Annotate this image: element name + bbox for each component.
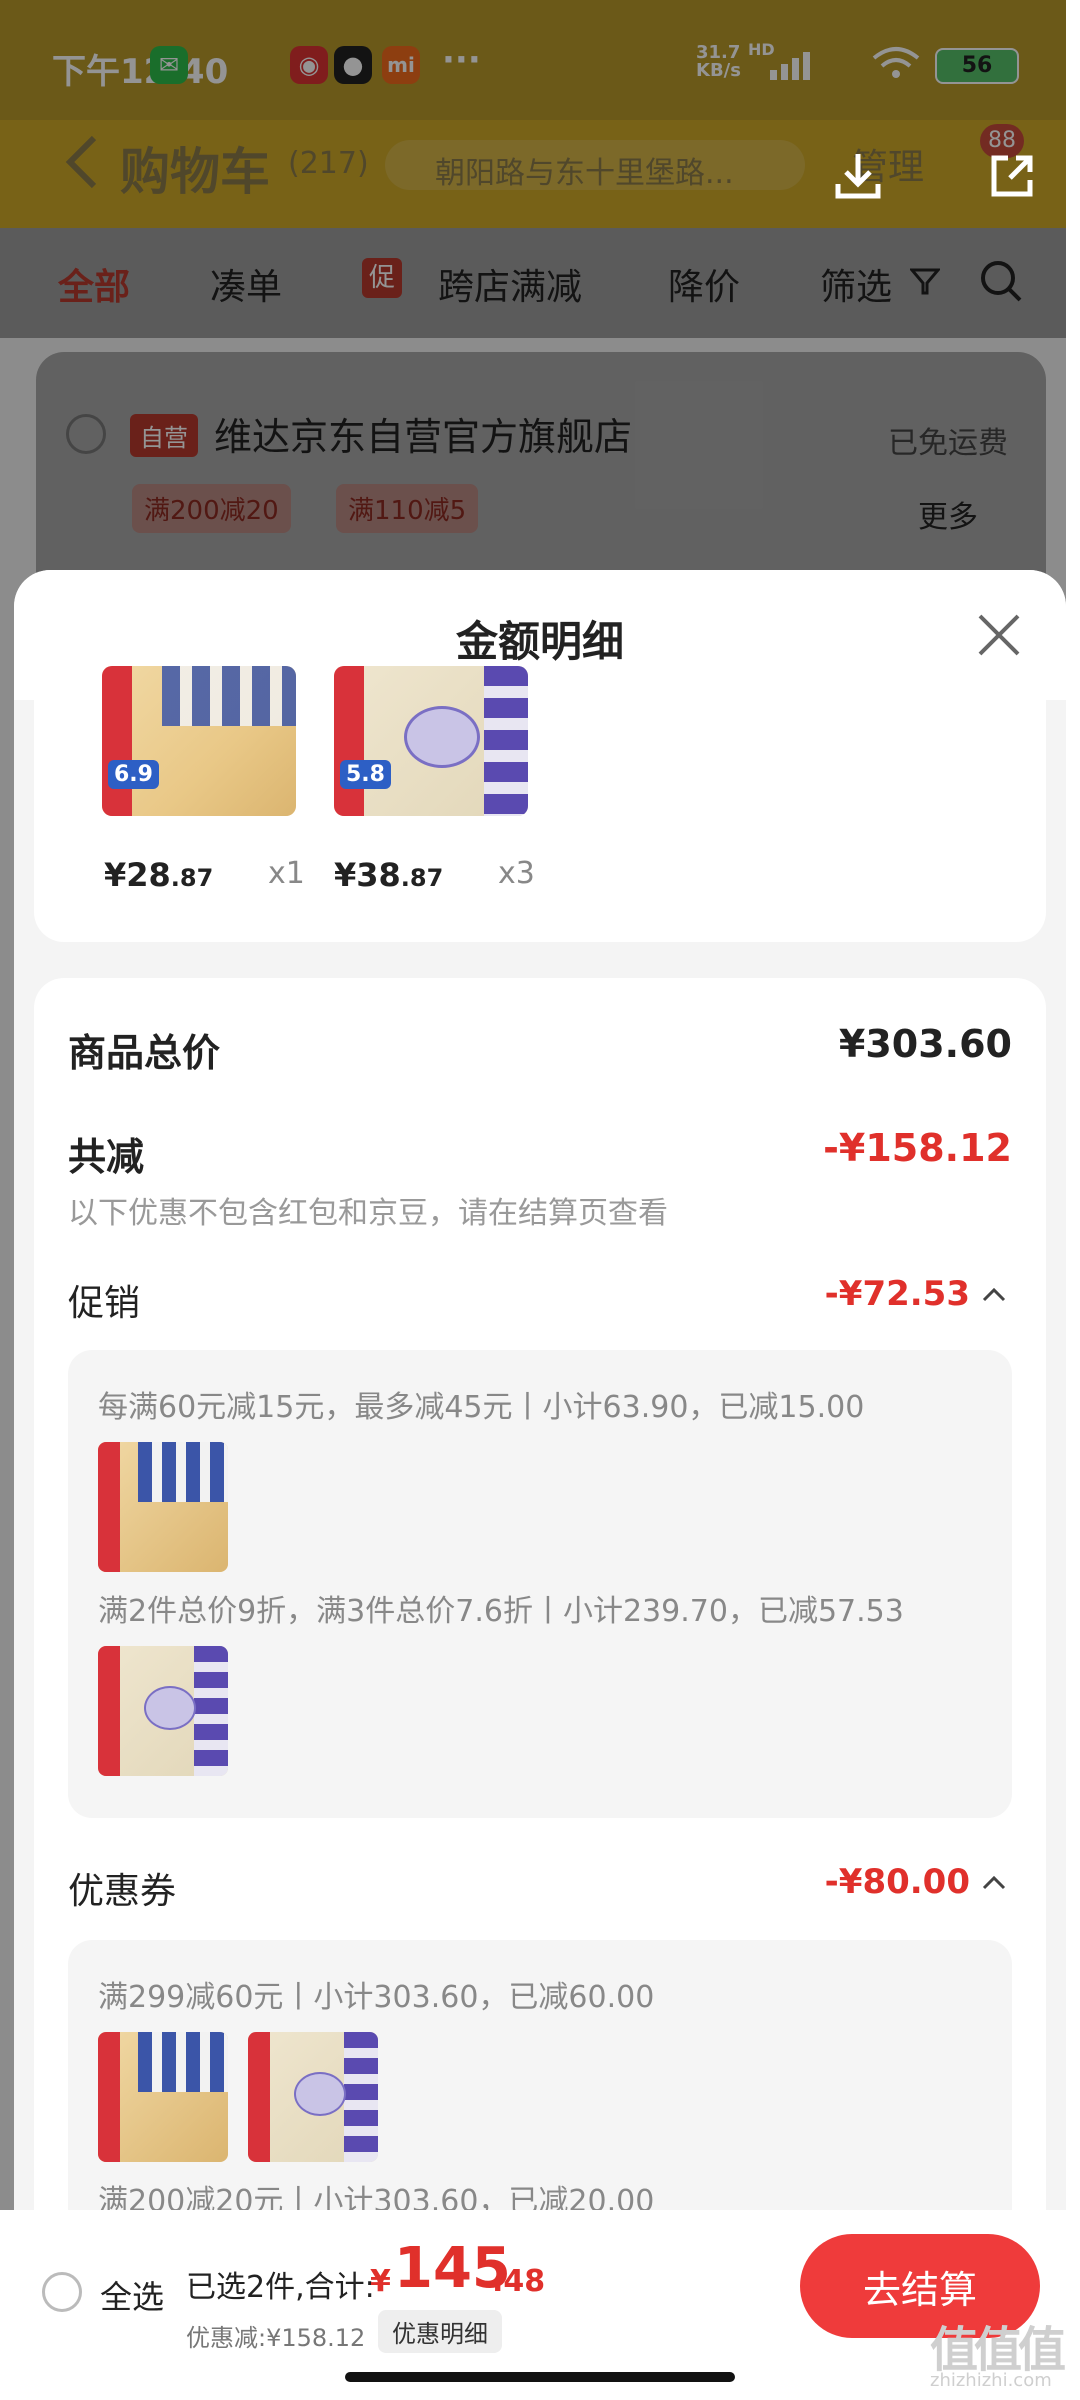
home-indicator[interactable] bbox=[345, 2372, 735, 2382]
promo-rule-1: 每满60元减15元，最多减45元丨小计63.90，已减15.00 bbox=[98, 1390, 865, 1425]
price-breakdown-card: 商品总价 ¥303.60 共减 -¥158.12 以下优惠不包含红包和京豆，请在… bbox=[34, 978, 1046, 2400]
promo-value[interactable]: -¥72.53 bbox=[825, 1274, 970, 1314]
total-label: 商品总价 bbox=[68, 1031, 221, 1075]
chevron-up-icon[interactable] bbox=[980, 1282, 1008, 1306]
product-price-1: ¥28.87 bbox=[104, 856, 214, 894]
select-all-checkbox[interactable] bbox=[42, 2272, 82, 2312]
product-qty-2: x3 bbox=[498, 856, 535, 891]
select-all-label[interactable]: 全选 bbox=[100, 2272, 164, 2318]
discount-detail-button[interactable]: 优惠明细 bbox=[378, 2310, 502, 2353]
product-list-card: 6.9 5.8 ¥28.87 x1 ¥38.87 x3 bbox=[34, 666, 1046, 942]
promo-label: 促销 bbox=[68, 1283, 141, 1324]
discount-note: 以下优惠不包含红包和京豆，请在结算页查看 bbox=[68, 1196, 668, 1231]
product-badge-1: 6.9 bbox=[108, 760, 159, 789]
coupon-value[interactable]: -¥80.00 bbox=[825, 1862, 970, 1902]
coupon-product-image-2 bbox=[248, 2032, 378, 2162]
promo-product-image-1 bbox=[98, 1442, 228, 1572]
total-value: ¥303.60 bbox=[838, 1022, 1012, 1066]
promo-product-image-2 bbox=[98, 1646, 228, 1776]
product-price-2: ¥38.87 bbox=[334, 856, 444, 894]
discount-label: 共减 bbox=[68, 1135, 145, 1179]
selected-summary: 已选2件,合计: bbox=[186, 2270, 375, 2305]
coupon-rule-1: 满299减60元丨小计303.60，已减60.00 bbox=[98, 1980, 655, 2015]
product-image-2[interactable]: 5.8 bbox=[334, 666, 528, 816]
sheet-title: 金额明细 bbox=[455, 617, 624, 666]
screen-edge bbox=[1066, 0, 1080, 2400]
share-icon[interactable] bbox=[986, 150, 1038, 202]
product-badge-2: 5.8 bbox=[340, 760, 391, 789]
coupon-product-image-1 bbox=[98, 2032, 228, 2162]
close-icon[interactable] bbox=[974, 610, 1024, 660]
site-watermark-url: zhizhizhi.com bbox=[930, 2370, 1052, 2391]
product-qty-1: x1 bbox=[268, 856, 305, 891]
total-amount-dec: .48 bbox=[492, 2264, 546, 2299]
total-currency: ¥ bbox=[370, 2264, 391, 2299]
chevron-up-icon[interactable] bbox=[980, 1870, 1008, 1894]
amount-detail-sheet: 金额明细 6.9 5.8 ¥28.87 x1 ¥38.87 x3 商品总价 ¥3… bbox=[14, 570, 1066, 2400]
promo-rule-2: 满2件总价9折，满3件总价7.6折丨小计239.70，已减57.53 bbox=[98, 1594, 904, 1629]
download-icon[interactable] bbox=[832, 150, 884, 202]
product-image-1[interactable]: 6.9 bbox=[102, 666, 296, 816]
coupon-label: 优惠券 bbox=[68, 1871, 177, 1912]
saved-amount: 优惠减:¥158.12 bbox=[186, 2324, 366, 2352]
promo-detail-box: 每满60元减15元，最多减45元丨小计63.90，已减15.00 满2件总价9折… bbox=[68, 1350, 1012, 1818]
discount-value: -¥158.12 bbox=[823, 1126, 1012, 1170]
